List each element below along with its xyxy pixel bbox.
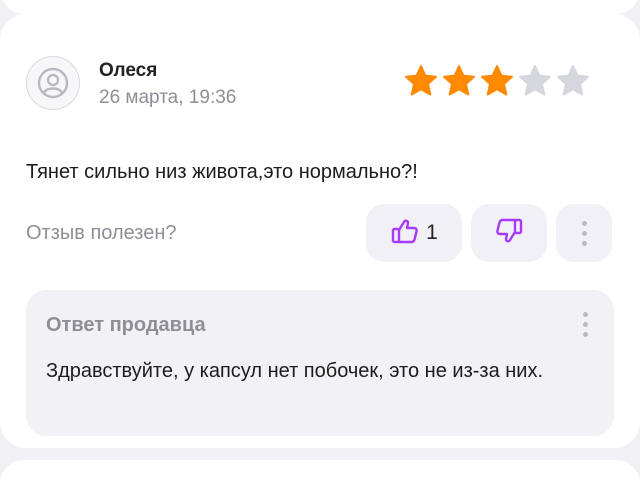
more-vertical-icon <box>583 312 588 337</box>
star-filled-icon <box>405 65 437 96</box>
star-empty-icon <box>519 65 551 96</box>
seller-reply-title: Ответ продавца <box>46 314 206 336</box>
next-card-edge <box>0 460 640 500</box>
thumbs-up-icon <box>390 216 420 251</box>
review-text: Тянет сильно низ живота,это нормально?! <box>26 161 418 183</box>
review-author: Олеся <box>99 60 158 81</box>
review-date: 26 марта, 19:36 <box>99 87 237 108</box>
more-vertical-icon <box>581 220 587 246</box>
thumbs-down-icon <box>494 216 524 251</box>
review-more-button[interactable] <box>556 204 612 262</box>
star-rating <box>404 64 590 98</box>
previous-card-edge <box>0 0 640 14</box>
star-filled-icon <box>481 65 513 96</box>
review-card: Олеся 26 марта, 19:36 Тянет сильно низ ж… <box>0 14 640 448</box>
user-avatar-icon <box>26 56 80 110</box>
like-button[interactable]: 1 <box>366 204 462 262</box>
star-empty-icon <box>557 65 589 96</box>
dislike-button[interactable] <box>471 204 547 262</box>
seller-reply: Ответ продавца Здравствуйте, у капсул не… <box>26 290 614 436</box>
seller-reply-more-button[interactable] <box>583 312 588 337</box>
star-filled-icon <box>443 65 475 96</box>
helpful-question: Отзыв полезен? <box>26 222 177 244</box>
like-count: 1 <box>426 221 438 244</box>
seller-reply-text: Здравствуйте, у капсул нет побочек, это … <box>46 360 544 382</box>
